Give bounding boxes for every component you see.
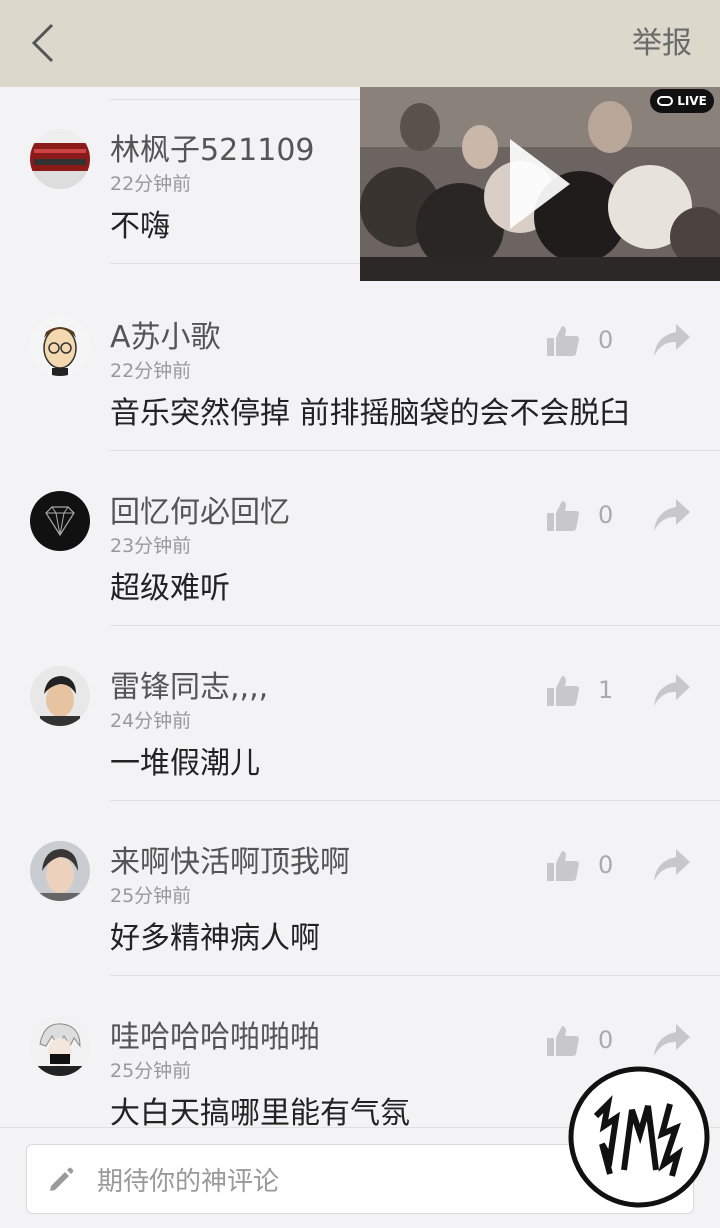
live-camera-icon xyxy=(657,96,674,106)
live-label: LIVE xyxy=(677,94,707,108)
comment-input-placeholder: 期待你的神评论 xyxy=(97,1166,280,1197)
username[interactable]: 林枫子521109 xyxy=(110,125,315,169)
video-frame xyxy=(360,87,720,281)
avatar[interactable] xyxy=(30,316,90,376)
like-count: 0 xyxy=(598,501,614,529)
comment-item: 雷锋同志,,,, 24分钟前 1 一堆假潮儿 xyxy=(0,626,720,801)
comment-text: 一堆假潮儿 xyxy=(110,746,260,781)
like-count: 0 xyxy=(598,1026,614,1054)
comment-text: 不嗨 xyxy=(110,209,170,244)
avatar[interactable] xyxy=(30,1016,90,1076)
comment-item: 回忆何必回忆 23分钟前 0 超级难听 xyxy=(0,451,720,626)
username[interactable]: 来啊快活啊顶我啊 xyxy=(110,837,350,881)
avatar[interactable] xyxy=(30,666,90,726)
like-count: 0 xyxy=(598,326,614,354)
thumbs-up-icon[interactable] xyxy=(546,674,580,708)
timestamp: 24分钟前 xyxy=(110,710,192,732)
username[interactable]: 哇哈哈哈啪啪啪 xyxy=(110,1012,320,1056)
thumbs-up-icon[interactable] xyxy=(546,849,580,883)
avatar[interactable] xyxy=(30,491,90,551)
thumbs-up-icon[interactable] xyxy=(546,499,580,533)
timestamp: 22分钟前 xyxy=(110,360,192,382)
timestamp: 25分钟前 xyxy=(110,1060,192,1082)
comment-text: 好多精神病人啊 xyxy=(110,921,320,956)
report-button[interactable]: 举报 xyxy=(632,22,692,66)
username[interactable]: A苏小歌 xyxy=(110,312,221,356)
thumbs-up-icon[interactable] xyxy=(546,1024,580,1058)
share-icon[interactable] xyxy=(652,322,692,358)
comment-text: 音乐突然停掉 前排摇脑袋的会不会脱臼 xyxy=(110,396,630,431)
timestamp: 25分钟前 xyxy=(110,885,192,907)
top-bar: 举报 xyxy=(0,0,720,87)
chevron-left-icon xyxy=(31,23,54,63)
pencil-icon xyxy=(50,1167,74,1191)
live-badge: LIVE xyxy=(650,89,714,113)
share-icon[interactable] xyxy=(652,497,692,533)
comment-item: 来啊快活啊顶我啊 25分钟前 0 好多精神病人啊 xyxy=(0,801,720,976)
comment-text: 超级难听 xyxy=(110,571,230,606)
share-icon[interactable] xyxy=(652,1022,692,1058)
like-count: 1 xyxy=(598,676,614,704)
share-icon[interactable] xyxy=(652,847,692,883)
timestamp: 23分钟前 xyxy=(110,535,192,557)
username[interactable]: 回忆何必回忆 xyxy=(110,487,290,531)
username[interactable]: 雷锋同志,,,, xyxy=(110,662,268,706)
avatar[interactable] xyxy=(30,841,90,901)
live-video-player[interactable]: LIVE xyxy=(360,87,720,281)
share-icon[interactable] xyxy=(652,672,692,708)
comment-item: A苏小歌 22分钟前 0 音乐突然停掉 前排摇脑袋的会不会脱臼 xyxy=(0,276,720,451)
avatar[interactable] xyxy=(30,129,90,189)
like-count: 0 xyxy=(598,851,614,879)
thumbs-up-icon[interactable] xyxy=(546,324,580,358)
back-button[interactable] xyxy=(18,18,68,68)
watermark-logo xyxy=(568,1066,710,1208)
comment-text: 大白天搞哪里能有气氛 xyxy=(110,1096,410,1127)
timestamp: 22分钟前 xyxy=(110,173,192,195)
